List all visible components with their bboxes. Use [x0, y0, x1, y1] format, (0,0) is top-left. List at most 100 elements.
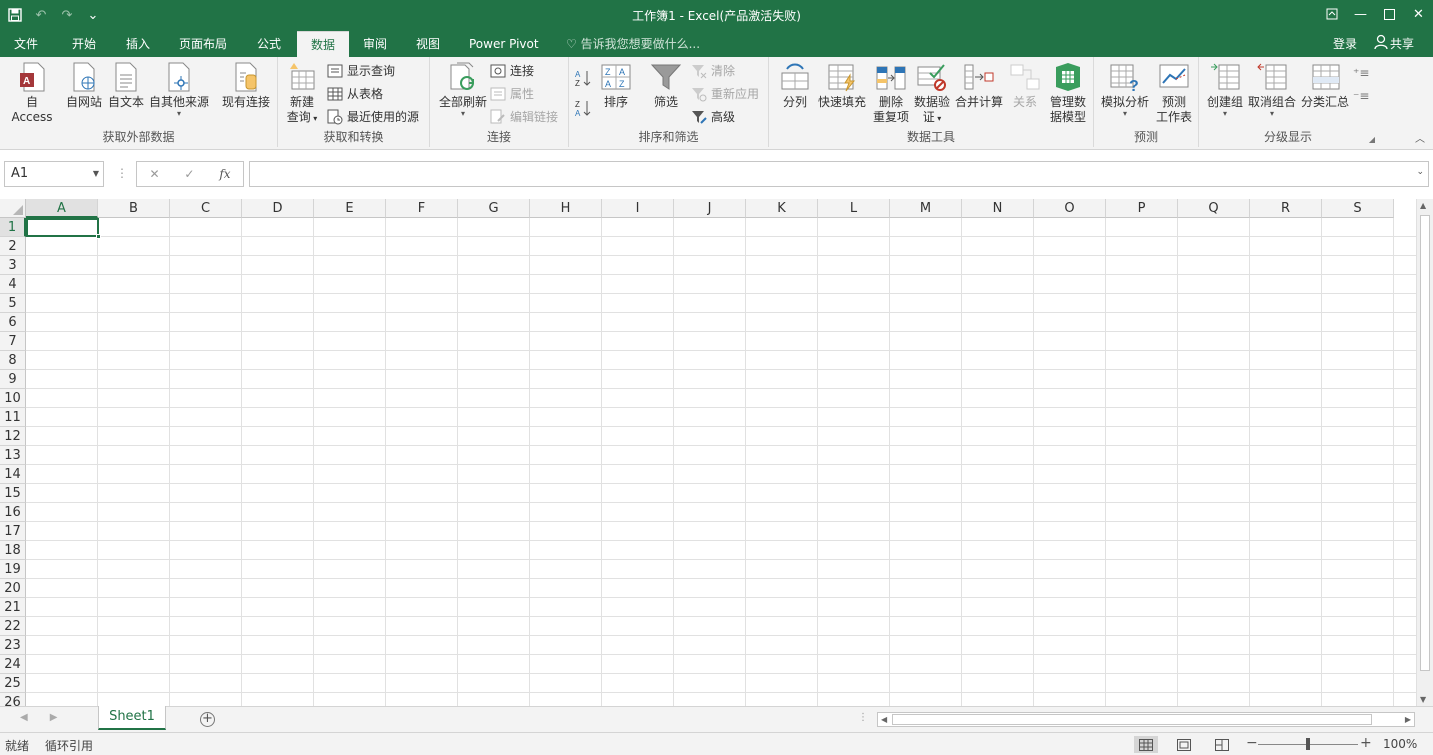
column-header-n[interactable]: N — [962, 199, 1034, 218]
column-header-e[interactable]: E — [314, 199, 386, 218]
select-all-button[interactable] — [0, 199, 26, 218]
column-header-s[interactable]: S — [1322, 199, 1394, 218]
tab-splitter-icon[interactable]: ⋮ — [858, 712, 868, 723]
from-table-button[interactable]: 从表格 — [327, 84, 383, 104]
row-header-21[interactable]: 21 — [0, 598, 26, 617]
status-circular-reference[interactable]: 循环引用 — [45, 737, 93, 754]
sort-descending-button[interactable]: ZA — [575, 97, 593, 118]
fill-handle[interactable] — [96, 234, 101, 239]
column-header-o[interactable]: O — [1034, 199, 1106, 218]
vertical-scroll-thumb[interactable] — [1420, 215, 1430, 671]
hide-detail-button[interactable]: ⁻≡ — [1353, 84, 1369, 104]
scroll-right-icon[interactable]: ▶ — [1405, 713, 1411, 726]
column-header-r[interactable]: R — [1250, 199, 1322, 218]
column-header-j[interactable]: J — [674, 199, 746, 218]
row-header-6[interactable]: 6 — [0, 313, 26, 332]
share-button[interactable]: 共享 — [1372, 34, 1414, 54]
chevron-down-icon[interactable]: ▼ — [93, 162, 99, 186]
forecast-sheet-button[interactable]: 预测 工作表 — [1154, 61, 1194, 125]
data-validation-button[interactable]: 数据验 证 ▾ — [913, 61, 951, 126]
expand-formula-bar-icon[interactable]: ⌄ — [1416, 167, 1424, 177]
flash-fill-button[interactable]: 快速填充 — [816, 61, 868, 110]
recent-sources-button[interactable]: 最近使用的源 — [327, 107, 419, 127]
normal-view-button[interactable] — [1134, 736, 1158, 753]
row-header-19[interactable]: 19 — [0, 560, 26, 579]
prev-sheet-icon[interactable]: ◀ — [20, 712, 28, 723]
tab-view[interactable]: 视图 — [402, 31, 454, 57]
active-cell-a1[interactable] — [26, 218, 101, 239]
row-header-20[interactable]: 20 — [0, 579, 26, 598]
cell-area[interactable] — [26, 218, 1416, 706]
ribbon-display-options-icon[interactable] — [1317, 0, 1346, 28]
column-header-g[interactable]: G — [458, 199, 530, 218]
column-header-l[interactable]: L — [818, 199, 890, 218]
row-header-16[interactable]: 16 — [0, 503, 26, 522]
column-header-k[interactable]: K — [746, 199, 818, 218]
what-if-analysis-button[interactable]: ? 模拟分析 ▾ — [1098, 61, 1152, 118]
properties-button[interactable]: 属性 — [490, 84, 534, 104]
next-sheet-icon[interactable]: ▶ — [50, 712, 58, 723]
dialog-launcher-icon[interactable]: ◢ — [1369, 135, 1375, 144]
row-header-5[interactable]: 5 — [0, 294, 26, 313]
tab-file[interactable]: 文件 — [0, 31, 52, 57]
filter-button[interactable]: 筛选 — [649, 61, 683, 110]
page-break-view-button[interactable] — [1210, 736, 1234, 753]
sort-ascending-button[interactable]: AZ — [575, 67, 593, 88]
subtotal-button[interactable]: 分类汇总 — [1299, 61, 1351, 110]
formula-input[interactable]: ⌄ — [249, 161, 1429, 187]
tab-page-layout[interactable]: 页面布局 — [165, 31, 241, 57]
column-header-a[interactable]: A — [26, 199, 98, 218]
manage-data-model-button[interactable]: 管理数 据模型 — [1047, 61, 1089, 125]
from-access-button[interactable]: A 自 Access — [4, 61, 60, 125]
tab-review[interactable]: 审阅 — [349, 31, 401, 57]
refresh-all-button[interactable]: 全部刷新 ▾ — [434, 61, 492, 118]
tab-home[interactable]: 开始 — [58, 31, 110, 57]
horizontal-scroll-thumb[interactable] — [892, 714, 1372, 725]
tell-me-search[interactable]: ♡ 告诉我您想要做什么... — [566, 31, 700, 57]
from-other-sources-button[interactable]: 自其他来源 ▾ — [148, 61, 210, 118]
maximize-icon[interactable] — [1375, 0, 1404, 28]
close-icon[interactable]: ✕ — [1404, 0, 1433, 28]
zoom-slider-thumb[interactable] — [1306, 738, 1310, 750]
row-header-10[interactable]: 10 — [0, 389, 26, 408]
collapse-ribbon-icon[interactable]: ︿ — [1415, 130, 1425, 145]
insert-function-icon[interactable]: fx — [219, 167, 230, 181]
enter-check-icon[interactable]: ✓ — [184, 167, 194, 181]
scroll-up-icon[interactable]: ▲ — [1420, 201, 1426, 210]
row-header-24[interactable]: 24 — [0, 655, 26, 674]
cancel-icon[interactable]: ✕ — [149, 167, 159, 181]
column-header-f[interactable]: F — [386, 199, 458, 218]
login-link[interactable]: 登录 — [1333, 31, 1357, 57]
vertical-scrollbar[interactable]: ▲ ▼ — [1416, 199, 1433, 706]
row-header-13[interactable]: 13 — [0, 446, 26, 465]
row-header-17[interactable]: 17 — [0, 522, 26, 541]
tab-formulas[interactable]: 公式 — [243, 31, 295, 57]
minimize-icon[interactable]: — — [1346, 0, 1375, 28]
row-header-26[interactable]: 26 — [0, 693, 26, 706]
column-header-i[interactable]: I — [602, 199, 674, 218]
row-header-4[interactable]: 4 — [0, 275, 26, 294]
zoom-out-icon[interactable]: − — [1246, 735, 1258, 751]
row-header-1[interactable]: 1 — [0, 218, 26, 237]
new-query-button[interactable]: 新建 查询 ▾ — [282, 61, 322, 126]
show-detail-button[interactable]: ⁺≡ — [1353, 61, 1369, 81]
row-header-11[interactable]: 11 — [0, 408, 26, 427]
row-header-23[interactable]: 23 — [0, 636, 26, 655]
column-header-p[interactable]: P — [1106, 199, 1178, 218]
advanced-filter-button[interactable]: 高级 — [691, 107, 735, 127]
connections-button[interactable]: 连接 — [490, 61, 534, 81]
name-box[interactable]: A1 ▼ — [4, 161, 104, 187]
row-header-3[interactable]: 3 — [0, 256, 26, 275]
column-header-q[interactable]: Q — [1178, 199, 1250, 218]
ungroup-button[interactable]: 取消组合 ▾ — [1247, 61, 1297, 118]
consolidate-button[interactable]: 合并计算 — [954, 61, 1004, 110]
column-header-c[interactable]: C — [170, 199, 242, 218]
tab-data[interactable]: 数据 — [297, 31, 350, 57]
row-header-25[interactable]: 25 — [0, 674, 26, 693]
edit-links-button[interactable]: 编辑链接 — [490, 107, 558, 127]
column-header-m[interactable]: M — [890, 199, 962, 218]
row-header-12[interactable]: 12 — [0, 427, 26, 446]
remove-duplicates-button[interactable]: 删除 重复项 — [871, 61, 911, 125]
row-header-9[interactable]: 9 — [0, 370, 26, 389]
tab-insert[interactable]: 插入 — [112, 31, 164, 57]
